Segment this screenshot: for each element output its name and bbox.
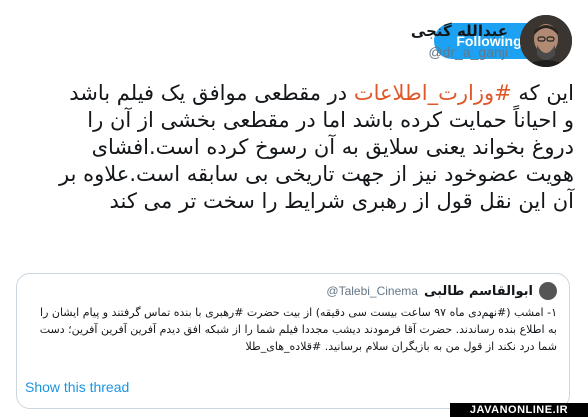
watermark: JAVANONLINE.IR	[450, 403, 588, 417]
avatar[interactable]	[520, 15, 572, 67]
tweet-author: عبدالله گنجی @dr_a_ganji	[411, 13, 572, 69]
quoted-tweet[interactable]: ابوالقاسم طالبی @Talebi_Cinema ۱- امشب (…	[16, 273, 570, 409]
tweet-text: این که #وزارت_اطلاعات در مقطعی موافق یک …	[58, 80, 574, 215]
display-name[interactable]: عبدالله گنجی	[411, 20, 508, 42]
user-handle[interactable]: @dr_a_ganji	[428, 42, 508, 62]
author-names: عبدالله گنجی @dr_a_ganji	[411, 20, 508, 62]
quoted-tweet-text: ۱- امشب (#نهم‌دی ماه ۹۷ ساعت بیست سی دقی…	[39, 306, 557, 353]
quoted-handle: @Talebi_Cinema	[326, 284, 418, 298]
quoted-display-name: ابوالقاسم طالبی	[423, 283, 533, 299]
quoted-tweet-header: ابوالقاسم طالبی @Talebi_Cinema	[326, 282, 557, 300]
tweet-text-start: این که	[511, 81, 574, 105]
quoted-avatar	[539, 282, 557, 300]
show-thread-link[interactable]: Show this thread	[25, 379, 129, 395]
hashtag-link[interactable]: #وزارت_اطلاعات	[354, 81, 512, 105]
